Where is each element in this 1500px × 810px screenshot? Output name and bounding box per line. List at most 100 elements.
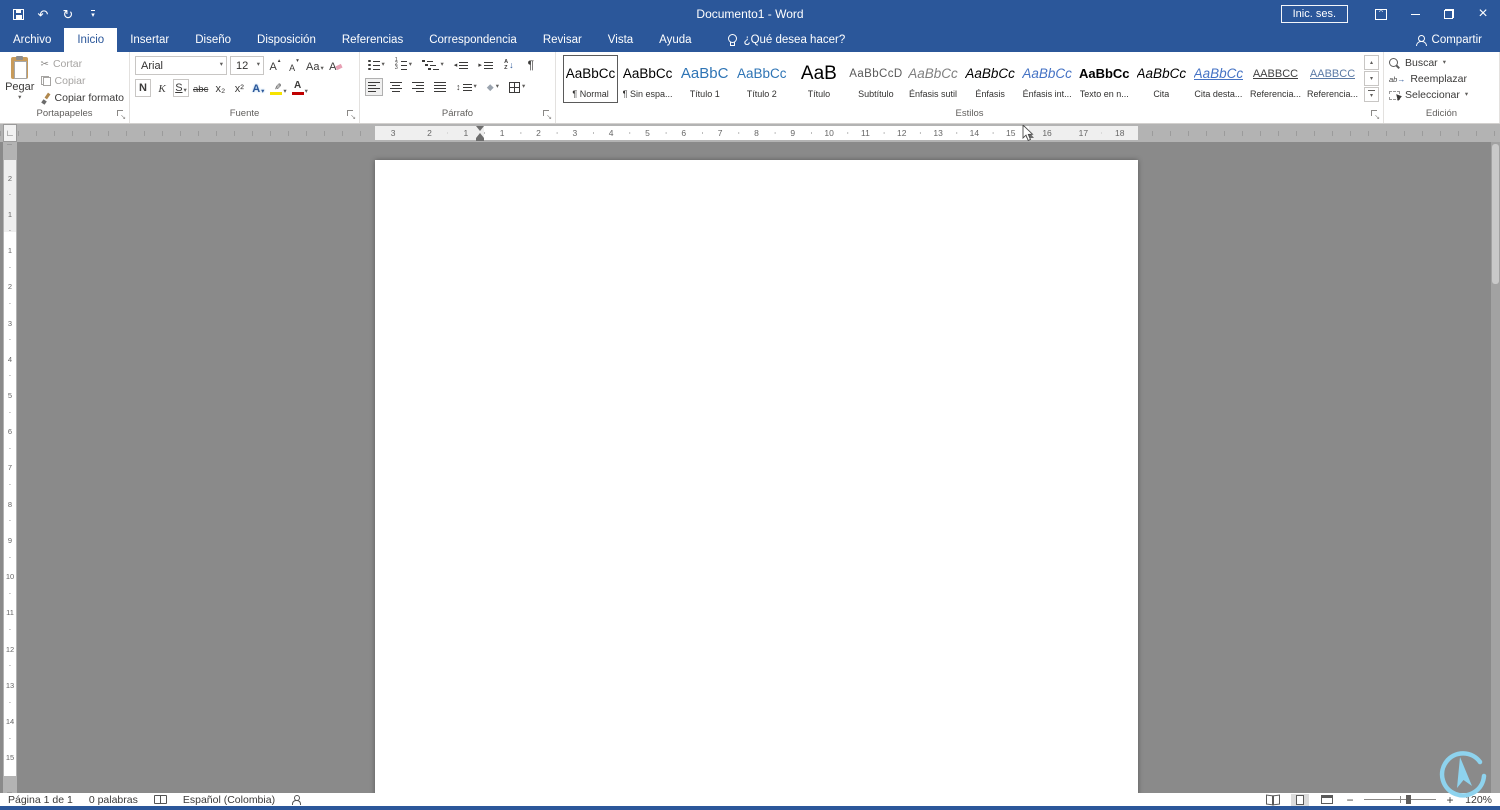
subscript-button[interactable]: x₂ — [212, 79, 228, 97]
person-icon — [1416, 34, 1428, 46]
tab-disposicion[interactable]: Disposición — [244, 28, 329, 52]
font-size-combobox[interactable]: 12 — [230, 56, 264, 75]
styles-more-button[interactable] — [1364, 87, 1379, 102]
share-button[interactable]: Compartir — [1416, 28, 1500, 52]
page-indicator[interactable]: Página 1 de 1 — [8, 794, 73, 806]
underline-button[interactable]: S — [173, 79, 189, 97]
align-left-button[interactable] — [365, 78, 383, 96]
styles-scroll-up-button[interactable] — [1364, 55, 1379, 70]
tab-ayuda[interactable]: Ayuda — [646, 28, 704, 52]
ruler-number: 1 — [4, 196, 16, 233]
tab-inicio[interactable]: Inicio — [64, 28, 118, 52]
italic-button[interactable]: K — [154, 79, 170, 97]
tab-vista[interactable]: Vista — [595, 28, 646, 52]
tab-diseno[interactable]: Diseño — [182, 28, 244, 52]
change-case-button[interactable]: Aa — [305, 57, 325, 75]
style-preview: AaBbCc — [965, 66, 1015, 81]
paste-button[interactable]: Pegar — [5, 56, 35, 102]
strikethrough-button[interactable]: abc — [192, 79, 209, 97]
style-heading2[interactable]: AaBbCc Título 2 — [734, 55, 789, 103]
first-line-indent-marker[interactable] — [476, 126, 484, 131]
zoom-slider-thumb[interactable] — [1405, 795, 1411, 804]
accessibility-icon[interactable] — [291, 794, 302, 805]
style-intense_quote[interactable]: AaBbCc Cita desta... — [1191, 55, 1246, 103]
superscript-button[interactable]: x² — [231, 79, 247, 97]
style-subtitle[interactable]: AaBbCcD Subtítulo — [848, 55, 903, 103]
zoom-out-button[interactable] — [1345, 793, 1355, 807]
select-button[interactable]: Seleccionar — [1389, 89, 1468, 101]
text-effects-button[interactable]: A — [250, 79, 266, 97]
redo-button[interactable] — [62, 6, 74, 22]
replace-button[interactable]: Reemplazar — [1389, 73, 1467, 85]
close-button[interactable] — [1466, 0, 1500, 28]
grow-font-button[interactable]: A — [267, 57, 283, 75]
borders-button[interactable] — [506, 78, 528, 96]
font-dialog-launcher[interactable] — [346, 109, 356, 121]
find-button[interactable]: Buscar — [1389, 57, 1446, 69]
document-page[interactable] — [375, 160, 1138, 793]
paragraph-dialog-launcher[interactable] — [542, 109, 552, 121]
style-intense_emphasis[interactable]: AaBbCc Énfasis int... — [1020, 55, 1075, 103]
justify-button[interactable] — [431, 78, 449, 96]
style-strong[interactable]: AaBbCc Texto en n... — [1077, 55, 1132, 103]
show-paragraph-marks-button[interactable] — [522, 56, 540, 74]
clipboard-dialog-launcher[interactable] — [116, 109, 126, 121]
line-spacing-button[interactable] — [453, 78, 480, 96]
print-layout-button[interactable] — [1291, 793, 1309, 806]
tab-correspondencia[interactable]: Correspondencia — [416, 28, 530, 52]
left-indent-marker[interactable] — [476, 138, 484, 141]
align-right-button[interactable] — [409, 78, 427, 96]
font-family-combobox[interactable]: Arial — [135, 56, 227, 75]
style-title[interactable]: AaB Título — [791, 55, 846, 103]
copy-button[interactable]: Copiar — [40, 75, 124, 87]
undo-button[interactable] — [37, 6, 49, 22]
style-no_spacing[interactable]: AaBbCc ¶ Sin espa... — [620, 55, 675, 103]
style-normal[interactable]: AaBbCc ¶ Normal — [563, 55, 619, 103]
customize-quick-access-button[interactable] — [87, 6, 99, 22]
horizontal-ruler[interactable]: 321123456789101112131415161718 — [0, 124, 1500, 142]
style-subtle_emphasis[interactable]: AaBbCc Énfasis sutil — [905, 55, 960, 103]
clear-formatting-button[interactable]: A — [328, 57, 344, 75]
restore-button[interactable] — [1432, 0, 1466, 28]
style-subtle_reference[interactable]: AABBCC Referencia... — [1248, 55, 1303, 103]
styles-dialog-launcher[interactable] — [1370, 109, 1380, 121]
decrease-indent-button[interactable] — [451, 56, 472, 74]
language-indicator[interactable]: Español (Colombia) — [183, 794, 275, 806]
shading-button[interactable] — [484, 78, 502, 96]
ribbon-display-options-button[interactable] — [1364, 0, 1398, 28]
proofing-book-icon[interactable] — [153, 795, 167, 804]
tab-referencias[interactable]: Referencias — [329, 28, 416, 52]
tab-selector[interactable] — [3, 124, 17, 142]
bold-button[interactable]: N — [135, 79, 151, 97]
styles-scroll-down-button[interactable] — [1364, 71, 1379, 86]
shrink-font-button[interactable]: A — [286, 57, 302, 75]
word-count[interactable]: 0 palabras — [89, 794, 138, 806]
tell-me-box[interactable]: ¿Qué desea hacer? — [727, 28, 845, 52]
sort-button[interactable] — [500, 56, 518, 74]
vertical-ruler[interactable]: 21123456789101112131415 — [3, 142, 17, 793]
read-mode-button[interactable] — [1264, 794, 1282, 806]
web-layout-button[interactable] — [1318, 794, 1336, 806]
multilevel-list-button[interactable] — [419, 56, 447, 74]
sign-in-button[interactable]: Inic. ses. — [1280, 5, 1348, 23]
font-color-button[interactable]: A — [291, 79, 309, 97]
save-button[interactable] — [12, 6, 24, 22]
bullets-button[interactable] — [365, 56, 388, 74]
style-quote[interactable]: AaBbCc Cita — [1134, 55, 1189, 103]
align-center-button[interactable] — [387, 78, 405, 96]
highlight-color-button[interactable] — [269, 79, 287, 97]
zoom-slider[interactable] — [1364, 795, 1436, 804]
minimize-button[interactable] — [1398, 0, 1432, 28]
style-emphasis[interactable]: AaBbCc Énfasis — [963, 55, 1018, 103]
tab-archivo[interactable]: Archivo — [0, 28, 64, 52]
increase-indent-button[interactable] — [475, 56, 496, 74]
vertical-scrollbar[interactable] — [1491, 142, 1500, 793]
format-painter-button[interactable]: Copiar formato — [41, 92, 124, 104]
style-intense_reference[interactable]: AABBCC Referencia... — [1305, 55, 1360, 103]
numbering-button[interactable] — [392, 56, 415, 74]
tab-insertar[interactable]: Insertar — [117, 28, 182, 52]
style-heading1[interactable]: AaBbC Título 1 — [677, 55, 732, 103]
cut-button[interactable]: Cortar — [41, 58, 124, 70]
scrollbar-thumb[interactable] — [1492, 144, 1499, 284]
tab-revisar[interactable]: Revisar — [530, 28, 595, 52]
